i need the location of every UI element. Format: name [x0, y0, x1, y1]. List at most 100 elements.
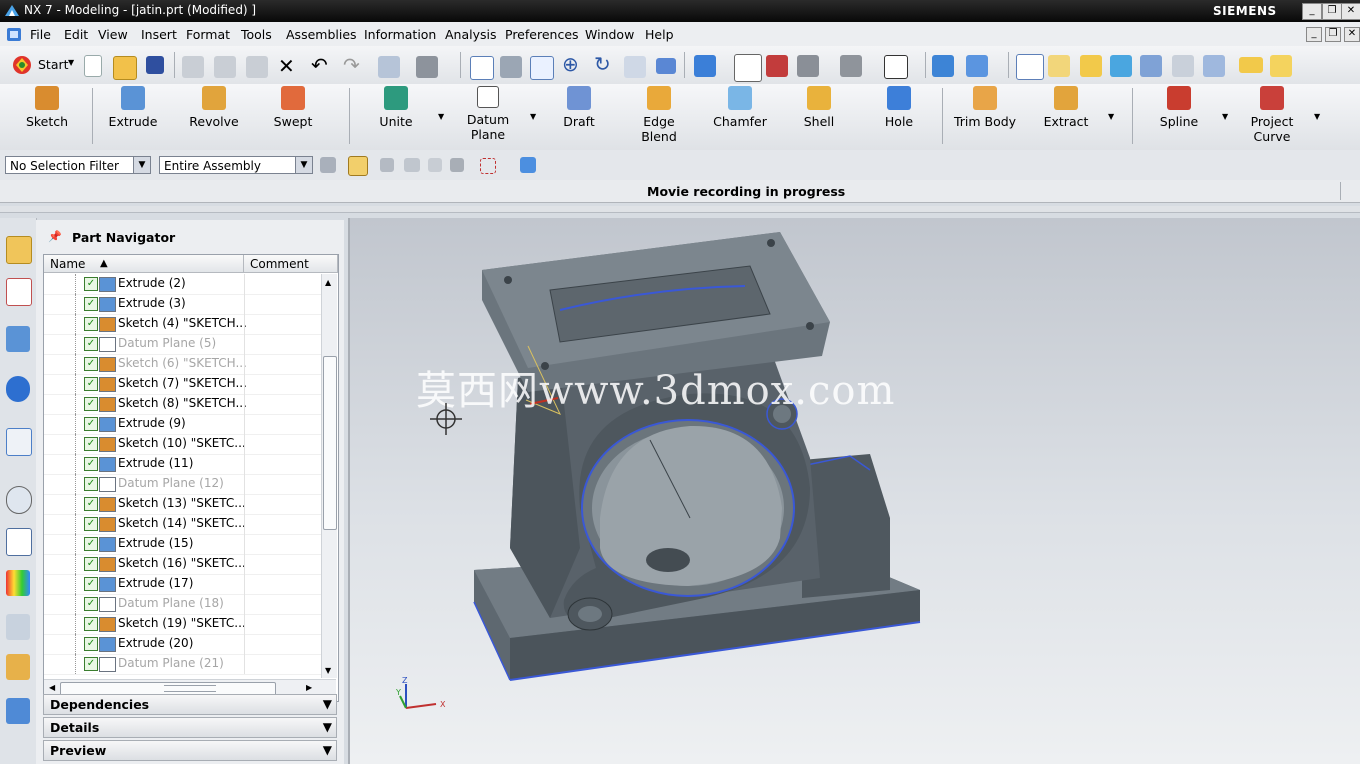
column-comment[interactable]: Comment [244, 255, 338, 273]
pin-icon[interactable]: 📌 [48, 230, 62, 243]
maximize-button[interactable]: ❐ [1322, 3, 1342, 20]
process-studio-icon[interactable] [6, 614, 30, 640]
tree-row[interactable]: ✓ Sketch (6) "SKETCH... [44, 354, 321, 375]
tree-row[interactable]: ✓ Extrude (20) [44, 634, 321, 655]
visibility-checkbox[interactable]: ✓ [84, 377, 98, 391]
selection-filter-dropdown[interactable]: No Selection Filter ▼ [5, 156, 151, 174]
menu-edit[interactable]: Edit [64, 27, 88, 42]
tree-row[interactable]: ✓ Sketch (10) "SKETC... [44, 434, 321, 455]
select-edges-icon[interactable] [428, 158, 442, 172]
visibility-checkbox[interactable]: ✓ [84, 437, 98, 451]
repeat-command-icon[interactable] [378, 56, 400, 78]
wcs-icon[interactable] [932, 55, 954, 77]
doc-minimize-button[interactable]: _ [1306, 27, 1322, 42]
scroll-thumb[interactable] [323, 356, 337, 530]
fit-icon[interactable] [470, 56, 494, 80]
measure-angle-icon[interactable] [1270, 55, 1292, 77]
system-materials-icon[interactable] [6, 528, 32, 556]
doc-close-button[interactable]: ✕ [1344, 27, 1360, 42]
visibility-checkbox[interactable]: ✓ [84, 597, 98, 611]
doc-restore-button[interactable]: ❐ [1325, 27, 1341, 42]
undo-icon[interactable]: ↶ [311, 53, 328, 77]
hd3d-tools-icon[interactable] [6, 376, 30, 402]
menu-assemblies[interactable]: Assemblies [286, 27, 357, 42]
trim-body-button[interactable]: Trim Body [952, 86, 1018, 129]
shell-button[interactable]: Shell [796, 86, 842, 129]
visibility-checkbox[interactable]: ✓ [84, 577, 98, 591]
tree-row[interactable]: ✓ Extrude (9) [44, 414, 321, 435]
shaded-icon[interactable] [797, 55, 819, 77]
visibility-checkbox[interactable]: ✓ [84, 337, 98, 351]
filter-settings-icon[interactable] [320, 157, 336, 173]
visibility-checkbox[interactable]: ✓ [84, 657, 98, 671]
extract-button[interactable]: Extract [1040, 86, 1092, 129]
edge-blend-button[interactable]: Edge Blend [624, 86, 694, 144]
new-file-icon[interactable] [84, 55, 102, 77]
tree-row[interactable]: ✓ Datum Plane (12) [44, 474, 321, 495]
vertical-scrollbar[interactable]: ▲ ▼ [321, 274, 337, 678]
cut-icon[interactable] [182, 56, 204, 78]
visibility-checkbox[interactable]: ✓ [84, 457, 98, 471]
scroll-right-icon[interactable]: ▶ [306, 683, 312, 692]
visibility-checkbox[interactable]: ✓ [84, 297, 98, 311]
scroll-up-icon[interactable]: ▲ [325, 278, 331, 287]
part-navigator-icon[interactable] [6, 278, 32, 306]
paste-icon[interactable] [246, 56, 268, 78]
select-all-icon[interactable] [520, 157, 536, 173]
dependencies-panel[interactable]: Dependencies ▼ [43, 694, 337, 715]
rectangle-select-icon[interactable] [480, 158, 496, 174]
tree-row[interactable]: ✓ Sketch (4) "SKETCH... [44, 314, 321, 335]
zoom-in-out-icon[interactable]: ⊕ [562, 52, 579, 76]
selection-intent-icon[interactable] [348, 156, 368, 176]
datum-dropdown-icon[interactable]: ▼ [530, 112, 536, 121]
visibility-checkbox[interactable]: ✓ [84, 417, 98, 431]
snap-center-icon[interactable] [1172, 55, 1194, 77]
project-dropdown-icon[interactable]: ▼ [1314, 112, 1320, 121]
selection-scope-dropdown[interactable]: Entire Assembly ▼ [159, 156, 313, 174]
menu-view[interactable]: View [98, 27, 128, 42]
background-icon[interactable] [840, 55, 862, 77]
menu-window[interactable]: Window [585, 27, 634, 42]
visibility-checkbox[interactable]: ✓ [84, 517, 98, 531]
visibility-checkbox[interactable]: ✓ [84, 617, 98, 631]
roles-icon[interactable] [6, 654, 30, 680]
app-menu-icon[interactable] [6, 27, 22, 42]
snap-control-icon[interactable] [1110, 55, 1132, 77]
visibility-checkbox[interactable]: ✓ [84, 497, 98, 511]
graphics-window[interactable]: 莫西网www.3dmox.com Z Y X [348, 218, 1360, 764]
visibility-checkbox[interactable]: ✓ [84, 317, 98, 331]
splitter-handle[interactable] [164, 685, 216, 692]
project-curve-button[interactable]: Project Curve [1244, 86, 1300, 144]
visibility-checkbox[interactable]: ✓ [84, 557, 98, 571]
tree-row[interactable]: ✓ Extrude (17) [44, 574, 321, 595]
orient-view-icon[interactable] [694, 55, 716, 77]
select-bodies-icon[interactable] [450, 158, 464, 172]
visibility-checkbox[interactable]: ✓ [84, 637, 98, 651]
touch-mode-icon[interactable] [416, 56, 438, 78]
system-scenes-icon[interactable] [6, 698, 30, 724]
menu-information[interactable]: Information [364, 27, 436, 42]
tree-row[interactable]: ✓ Sketch (14) "SKETC... [44, 514, 321, 535]
visibility-checkbox[interactable]: ✓ [84, 357, 98, 371]
perspective-icon[interactable] [656, 58, 676, 74]
datum-plane-button[interactable]: Datum Plane [448, 86, 528, 142]
open-folder-icon[interactable] [113, 56, 137, 80]
details-panel[interactable]: Details ▼ [43, 717, 337, 738]
snap-point-icon[interactable] [1016, 54, 1044, 80]
menu-preferences[interactable]: Preferences [505, 27, 579, 42]
column-name[interactable]: Name ▲ [44, 255, 244, 273]
close-button[interactable]: ✕ [1341, 3, 1360, 20]
zoom-icon[interactable] [530, 56, 554, 80]
tree-row[interactable]: ✓ Extrude (3) [44, 294, 321, 315]
select-faces-icon[interactable] [404, 158, 420, 172]
chamfer-button[interactable]: Chamfer [710, 86, 770, 129]
menu-insert[interactable]: Insert [141, 27, 177, 42]
hole-button[interactable]: Hole [876, 86, 922, 129]
menu-format[interactable]: Format [186, 27, 230, 42]
menu-help[interactable]: Help [645, 27, 674, 42]
extract-dropdown-icon[interactable]: ▼ [1108, 112, 1114, 121]
tree-row[interactable]: ✓ Sketch (7) "SKETCH... [44, 374, 321, 395]
sketch-button[interactable]: Sketch [20, 86, 74, 129]
tree-row[interactable]: ✓ Sketch (16) "SKETC... [44, 554, 321, 575]
scroll-down-icon[interactable]: ▼ [325, 666, 331, 675]
